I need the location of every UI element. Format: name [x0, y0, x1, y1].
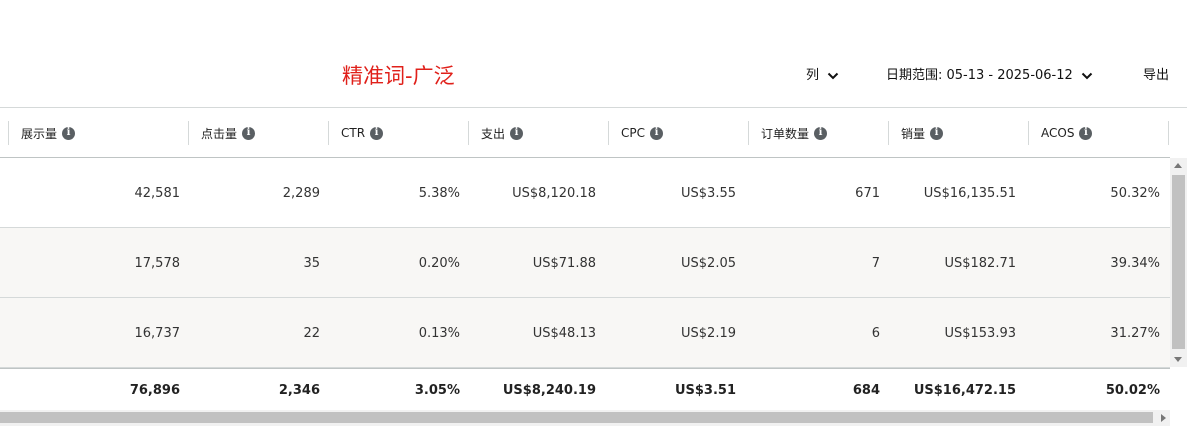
total-clicks: 2,346: [278, 382, 320, 398]
scroll-right-icon[interactable]: [1161, 414, 1166, 422]
cell-spend: US$71.88: [532, 255, 596, 271]
column-divider: [888, 121, 889, 145]
totals-row: 76,896 2,346 3.05% US$8,240.19 US$3.51 6…: [0, 368, 1170, 410]
columns-label: 列: [806, 68, 820, 83]
table-row: 16,737 22 0.13% US$48.13 US$2.19 6 US$15…: [0, 298, 1170, 368]
column-header-clicks[interactable]: 点击量 i: [188, 108, 256, 158]
column-divider: [328, 121, 329, 145]
table-row: 42,581 2,289 5.38% US$8,120.18 US$3.55 6…: [0, 158, 1170, 228]
info-icon[interactable]: i: [510, 126, 524, 140]
columns-dropdown[interactable]: 列: [806, 66, 839, 86]
cell-clicks: 35: [303, 255, 320, 271]
column-header-cpc[interactable]: CPC i: [608, 108, 663, 158]
export-button[interactable]: 导出: [1143, 66, 1169, 86]
cell-impressions: 17,578: [134, 255, 181, 271]
column-divider: [608, 121, 609, 145]
date-range-label: 日期范围: 05-13 - 2025-06-12: [886, 68, 1073, 83]
column-header-label: 展示量: [21, 126, 58, 141]
info-icon[interactable]: i: [650, 126, 663, 140]
column-header-label: ACOS: [1041, 126, 1075, 140]
column-header-label: 销量: [901, 126, 926, 141]
column-header-label: 订单数量: [761, 126, 810, 141]
vertical-scroll-thumb[interactable]: [1172, 175, 1185, 349]
cell-cpc: US$3.55: [681, 185, 736, 201]
column-header-label: CTR: [341, 126, 366, 140]
cell-ctr: 0.13%: [418, 325, 460, 341]
report-toolbar: 精准词-广泛 列 日期范围: 05-13 - 2025-06-12 导出: [0, 0, 1187, 108]
horizontal-scrollbar[interactable]: [0, 410, 1170, 426]
info-icon[interactable]: i: [370, 126, 384, 140]
total-impressions: 76,896: [129, 382, 180, 398]
column-header-orders[interactable]: 订单数量 i: [748, 108, 828, 158]
column-header-acos[interactable]: ACOS i: [1028, 108, 1093, 158]
info-icon[interactable]: i: [814, 126, 828, 140]
cell-impressions: 16,737: [134, 325, 181, 341]
cell-spend: US$48.13: [532, 325, 596, 341]
chevron-down-icon: [1081, 72, 1093, 80]
horizontal-scroll-thumb[interactable]: [0, 412, 1153, 423]
column-divider: [8, 121, 9, 145]
table-header: 展示量 i 点击量 i CTR i 支出 i CPC i 订单数量 i 销量 i…: [0, 108, 1170, 158]
cell-sales: US$16,135.51: [923, 185, 1016, 201]
cell-cpc: US$2.05: [681, 255, 736, 271]
total-spend: US$8,240.19: [502, 382, 596, 398]
column-divider: [1168, 121, 1169, 145]
report-title: 精准词-广泛: [342, 64, 455, 88]
cell-acos: 39.34%: [1110, 255, 1160, 271]
table-row: 17,578 35 0.20% US$71.88 US$2.05 7 US$18…: [0, 228, 1170, 298]
scroll-down-icon[interactable]: [1174, 357, 1182, 362]
cell-orders: 6: [871, 325, 880, 341]
column-divider: [748, 121, 749, 145]
column-header-impressions[interactable]: 展示量 i: [8, 108, 76, 158]
column-divider: [188, 121, 189, 145]
info-icon[interactable]: i: [242, 126, 256, 140]
info-icon[interactable]: i: [62, 126, 76, 140]
cell-clicks: 22: [303, 325, 320, 341]
cell-ctr: 5.38%: [418, 185, 460, 201]
column-header-label: 支出: [481, 126, 506, 141]
column-header-ctr[interactable]: CTR i: [328, 108, 384, 158]
column-header-sales[interactable]: 销量 i: [888, 108, 944, 158]
cell-sales: US$153.93: [944, 325, 1016, 341]
date-range-dropdown[interactable]: 日期范围: 05-13 - 2025-06-12: [886, 66, 1093, 86]
cell-acos: 31.27%: [1110, 325, 1160, 341]
info-icon[interactable]: i: [930, 126, 944, 140]
cell-ctr: 0.20%: [418, 255, 460, 271]
info-icon[interactable]: i: [1079, 126, 1093, 140]
column-header-spend[interactable]: 支出 i: [468, 108, 524, 158]
cell-impressions: 42,581: [134, 185, 181, 201]
column-divider: [1028, 121, 1029, 145]
total-cpc: US$3.51: [674, 382, 736, 398]
chevron-down-icon: [827, 72, 839, 80]
column-header-label: CPC: [621, 126, 645, 140]
column-header-label: 点击量: [201, 126, 238, 141]
cell-sales: US$182.71: [944, 255, 1016, 271]
total-ctr: 3.05%: [414, 382, 460, 398]
scroll-up-icon[interactable]: [1174, 163, 1182, 168]
cell-orders: 7: [871, 255, 880, 271]
vertical-scrollbar[interactable]: [1170, 158, 1187, 367]
column-divider: [468, 121, 469, 145]
table-body: 42,581 2,289 5.38% US$8,120.18 US$3.55 6…: [0, 158, 1170, 368]
cell-spend: US$8,120.18: [512, 185, 596, 201]
cell-orders: 671: [855, 185, 880, 201]
cell-clicks: 2,289: [282, 185, 320, 201]
total-orders: 684: [852, 382, 880, 398]
total-acos: 50.02%: [1105, 382, 1160, 398]
cell-cpc: US$2.19: [681, 325, 736, 341]
total-sales: US$16,472.15: [913, 382, 1016, 398]
cell-acos: 50.32%: [1110, 185, 1160, 201]
